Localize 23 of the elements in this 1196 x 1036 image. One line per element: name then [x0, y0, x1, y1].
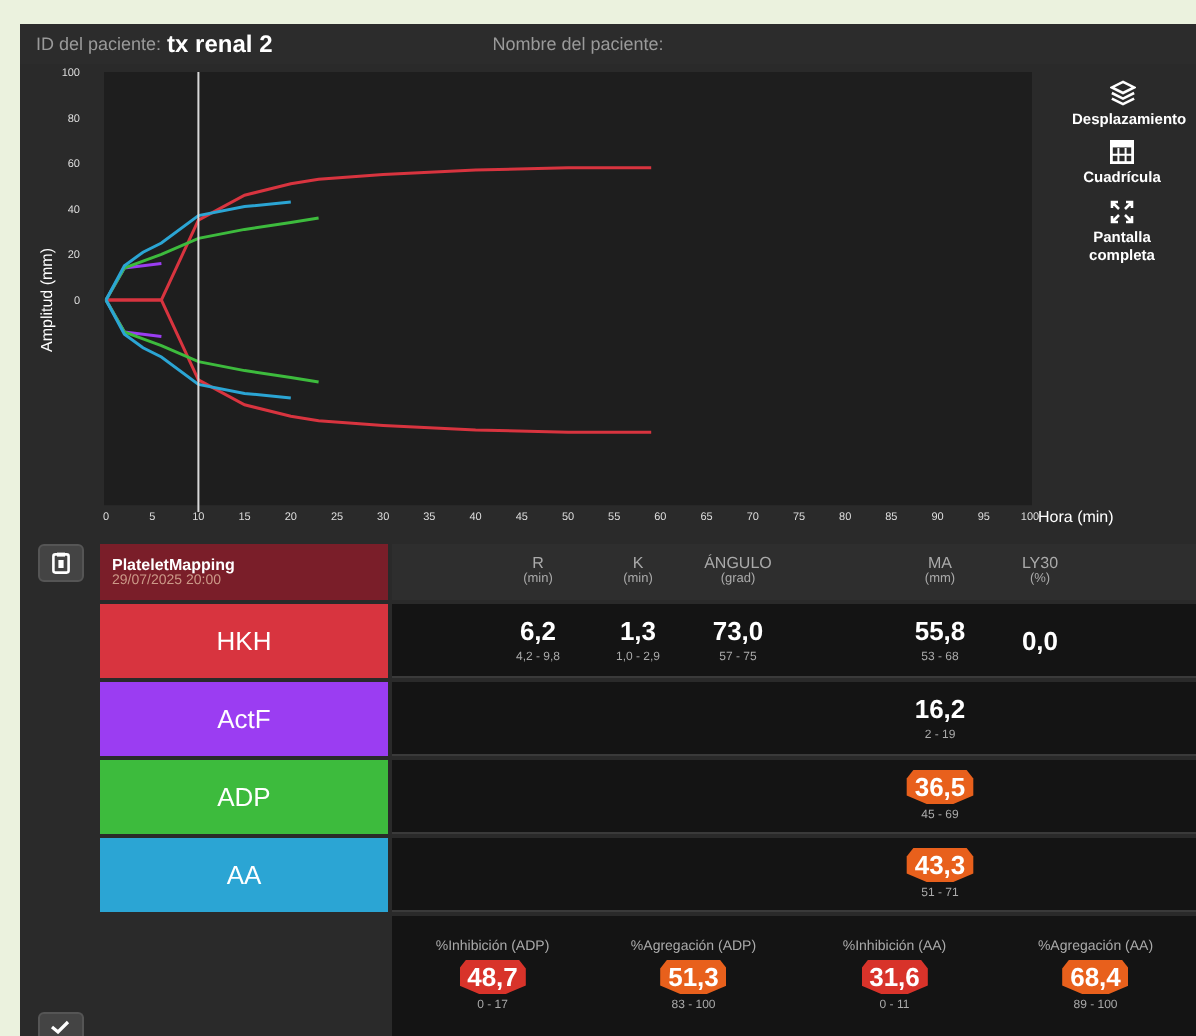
column-header: LY30 [1021, 556, 1059, 573]
result-value: 73,0 [712, 616, 764, 646]
summary-value: 48,7 [459, 960, 526, 994]
x-axis-label: Hora (min) [1038, 508, 1114, 526]
column-header: R [532, 556, 544, 573]
result-value: 0,0 [1021, 625, 1059, 655]
result-value: 43,3 [906, 848, 974, 882]
summary-value: 31,6 [861, 960, 928, 994]
result-value: 6,2 [519, 616, 557, 646]
summary-value: 68,4 [1062, 960, 1129, 994]
result-value: 16,2 [914, 694, 966, 724]
column-header: K [632, 556, 644, 573]
y-axis-label: Amplitud (mm) [38, 248, 56, 352]
result-value: 55,8 [914, 616, 966, 646]
assay-name: PlateletMapping [112, 556, 237, 574]
result-value: 36,5 [906, 770, 974, 804]
patient-id-label: ID del paciente: [36, 34, 162, 54]
result-value: 1,3 [619, 616, 657, 646]
patient-name-label: Nombre del paciente: [492, 34, 664, 54]
summary-value: 51,3 [660, 960, 727, 994]
column-header: MA [928, 556, 952, 573]
patient-id: tx renal 2 [167, 30, 273, 58]
column-header: ÁNGULO [704, 556, 772, 573]
